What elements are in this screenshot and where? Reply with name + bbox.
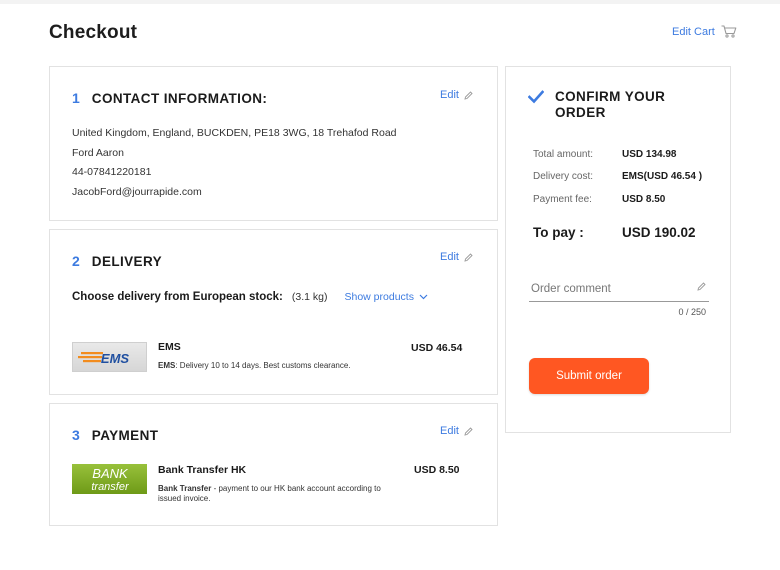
delivery-option-description: EMS: Delivery 10 to 14 days. Best custom… — [158, 361, 398, 371]
bank-transfer-logo: BANK transfer — [72, 464, 147, 494]
cart-icon — [721, 25, 737, 38]
comment-char-counter: 0 / 250 — [678, 307, 706, 317]
payment-edit-link[interactable]: Edit — [440, 425, 473, 437]
contact-header: 1 CONTACT INFORMATION: — [72, 90, 267, 106]
top-bar — [0, 0, 780, 4]
payment-option-price: USD 8.50 — [414, 464, 460, 476]
delivery-option-name: EMS — [158, 341, 181, 353]
pencil-icon — [464, 426, 473, 436]
payment-section: 3 PAYMENT Edit BANK transfer Bank Transf… — [49, 403, 498, 526]
delivery-edit-link[interactable]: Edit — [440, 251, 473, 263]
show-products-toggle[interactable]: Show products — [345, 291, 428, 303]
payment-option-description: Bank Transfer - payment to our HK bank a… — [158, 484, 398, 504]
confirm-header: CONFIRM YOUR ORDER — [528, 89, 685, 121]
choose-delivery-label: Choose delivery from European stock: — [72, 291, 283, 303]
section-title: PAYMENT — [91, 428, 159, 443]
summary-value: USD 134.98 — [622, 149, 677, 160]
page-title: Checkout — [49, 22, 138, 43]
show-products-label: Show products — [344, 291, 414, 303]
contact-edit-link[interactable]: Edit — [440, 89, 473, 101]
delivery-desc-bold: EMS — [158, 361, 176, 370]
bank-logo-line1: BANK — [92, 466, 129, 481]
contact-address: United Kingdom, England, BUCKDEN, PE18 3… — [72, 127, 397, 139]
bank-logo-line2: transfer — [91, 481, 130, 493]
bank-logo-graphic: BANK transfer — [91, 466, 130, 493]
delivery-section: 2 DELIVERY Edit Choose delivery from Eur… — [49, 229, 498, 395]
confirm-title: CONFIRM YOUR ORDER — [555, 89, 666, 120]
edit-cart-link[interactable]: Edit Cart — [672, 25, 737, 38]
delivery-desc-text: : Delivery 10 to 14 days. Best customs c… — [175, 361, 351, 370]
section-title: CONTACT INFORMATION: — [91, 91, 268, 106]
contact-section: 1 CONTACT INFORMATION: Edit United Kingd… — [49, 66, 498, 221]
pencil-icon — [464, 90, 473, 100]
ems-logo-graphic: EMS — [78, 351, 130, 366]
payment-desc-bold: Bank Transfer — [158, 484, 212, 493]
submit-order-button[interactable]: Submit order — [529, 358, 649, 394]
package-weight: (3.1 kg) — [291, 291, 328, 303]
summary-label: Payment fee: — [533, 194, 592, 205]
summary-label: Total amount: — [533, 149, 594, 160]
delivery-header: 2 DELIVERY — [72, 253, 162, 269]
payment-header: 3 PAYMENT — [72, 427, 158, 443]
edit-cart-label: Edit Cart — [672, 25, 715, 38]
edit-label: Edit — [440, 251, 459, 263]
summary-label: Delivery cost: — [533, 171, 594, 182]
payment-option-name: Bank Transfer HK — [158, 464, 247, 476]
step-number: 1 — [72, 90, 80, 106]
order-comment-input[interactable] — [529, 277, 709, 302]
confirm-order-panel: CONFIRM YOUR ORDER Total amount: USD 134… — [505, 66, 731, 433]
pencil-icon — [464, 252, 473, 262]
summary-row-delivery: Delivery cost: EMS(USD 46.54 ) — [533, 171, 702, 182]
contact-details: United Kingdom, England, BUCKDEN, PE18 3… — [72, 126, 397, 204]
pencil-icon — [697, 282, 706, 291]
chevron-down-icon — [419, 294, 428, 300]
ems-logo-text: EMS — [101, 351, 130, 366]
edit-label: Edit — [440, 89, 459, 101]
to-pay-label: To pay : — [533, 225, 584, 240]
contact-phone: 44-07841220181 — [72, 166, 152, 178]
summary-value: USD 8.50 — [622, 194, 666, 205]
summary-value: EMS(USD 46.54 ) — [622, 171, 703, 182]
edit-label: Edit — [440, 425, 459, 437]
delivery-option-price: USD 46.54 — [411, 342, 463, 354]
summary-row-total: Total amount: USD 134.98 — [533, 149, 676, 160]
section-title: DELIVERY — [91, 254, 163, 269]
contact-email: JacobFord@jourrapide.com — [72, 185, 202, 198]
checkmark-icon — [528, 90, 544, 104]
step-number: 2 — [72, 253, 80, 269]
contact-name: Ford Aaron — [72, 146, 124, 159]
ems-logo: EMS — [72, 342, 147, 372]
step-number: 3 — [72, 427, 80, 443]
to-pay-value: USD 190.02 — [622, 225, 696, 240]
to-pay-row: To pay : USD 190.02 — [533, 225, 696, 240]
delivery-stock-row: Choose delivery from European stock: (3.… — [72, 291, 428, 303]
summary-row-payment-fee: Payment fee: USD 8.50 — [533, 194, 665, 205]
